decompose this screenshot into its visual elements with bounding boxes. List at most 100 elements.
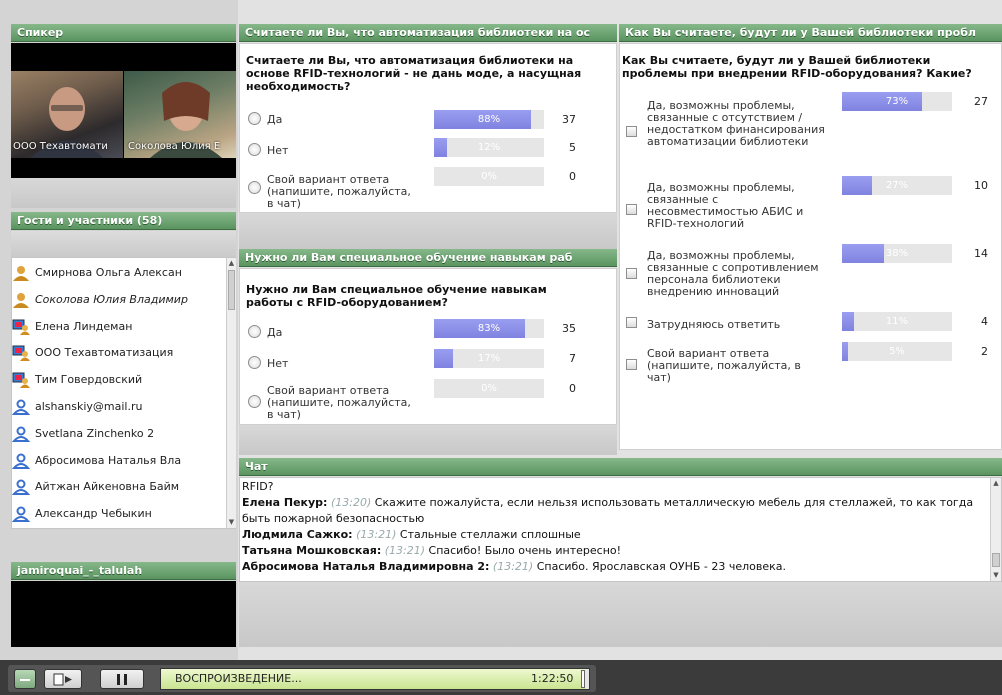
user-icon xyxy=(12,506,31,523)
guest-name: Svetlana Zinchenko 2 xyxy=(35,426,155,440)
speaker1-label: ООО Техавтомати xyxy=(13,141,108,152)
guest-list-item[interactable]: Смирнова Ольга Алексан xyxy=(12,260,212,286)
speaker-video-right: Соколова Юлия Е xyxy=(124,71,236,158)
poll1-option3-count: 0 xyxy=(569,170,576,183)
poll2-option3-radio[interactable] xyxy=(248,395,261,408)
scroll-thumb[interactable] xyxy=(228,270,235,310)
playback-cursor[interactable] xyxy=(581,670,585,688)
speaker-video-left: ООО Техавтомати xyxy=(11,71,123,158)
poll1-option3-radio[interactable] xyxy=(248,181,261,194)
chat-scroll-up-icon[interactable]: ▲ xyxy=(991,478,1001,488)
poll1-option2-bar: 12% xyxy=(434,138,544,157)
poll3-header: Как Вы считаете, будут ли у Вашей библио… xyxy=(619,24,1002,42)
user-icon xyxy=(12,453,31,469)
poll3-option3-label: Да, возможны проблемы, связанные с сопро… xyxy=(647,249,819,298)
poll2-option1-label: Да xyxy=(267,326,283,339)
guest-list-item[interactable]: Соколова Юлия Владимир xyxy=(12,287,212,313)
chat-messages: RFID? Елена Пекур: (13:20) Скажите пожалу… xyxy=(242,479,982,575)
chat-author: Людмила Сажко: xyxy=(242,528,353,541)
poll2-option1-radio[interactable] xyxy=(248,325,261,338)
webcam-user-icon xyxy=(12,319,30,335)
poll3-option4-count: 4 xyxy=(981,315,988,328)
poll3-option5-bar: 5% xyxy=(842,342,952,361)
poll-divider xyxy=(239,213,617,249)
poll1-header: Считаете ли Вы, что автоматизация библио… xyxy=(239,24,617,42)
guest-list-item[interactable]: Абросимова Наталья Вла xyxy=(12,448,212,474)
guest-list-item[interactable]: Svetlana Zinchenko 2 xyxy=(12,421,212,447)
chat-scrollbar[interactable]: ▲ ▼ xyxy=(990,478,1001,581)
guests-list: Смирнова Ольга Алексан Соколова Юлия Влад… xyxy=(11,257,236,529)
poll2-option3-bar: 0% xyxy=(434,379,544,398)
poll1-option2-radio[interactable] xyxy=(248,143,261,156)
poll3-option5-label: Свой вариант ответа (напишите, пожалуйст… xyxy=(647,347,801,384)
scroll-up-icon[interactable]: ▲ xyxy=(227,258,236,268)
guest-name: Александр Чебыкин xyxy=(35,507,152,521)
poll3-option1-label: Да, возможны проблемы, связанные с отсут… xyxy=(647,99,825,148)
poll1-option1-bar: 88% xyxy=(434,110,544,129)
poll3-option3-bar: 38% xyxy=(842,244,952,263)
poll3-option4-check[interactable] xyxy=(626,317,637,328)
chat-input-area xyxy=(239,582,1002,647)
chat-scroll-down-icon[interactable]: ▼ xyxy=(991,570,1001,580)
chat-time: (13:20) xyxy=(330,496,372,509)
guest-name: Елена Линдеман xyxy=(35,319,133,333)
poll1-option2-count: 5 xyxy=(569,141,576,154)
poll3-option4-percent: 11% xyxy=(885,316,909,327)
poll1-question: Считаете ли Вы, что автоматизация библио… xyxy=(246,54,582,93)
user-icon xyxy=(12,479,31,496)
chat-text: Спасибо! Было очень интересно! xyxy=(428,544,622,557)
guest-list-item[interactable]: alshanskiy@mail.ru xyxy=(12,394,212,420)
webcam-user-icon xyxy=(12,372,30,389)
guest-list-item[interactable]: Александр Чебыкин xyxy=(12,501,212,527)
guest-list-item[interactable]: Тим Говердовский xyxy=(12,367,212,393)
guest-list-item[interactable]: ООО Техавтоматизация xyxy=(12,340,212,366)
poll2-header: Нужно ли Вам специальное обучение навыка… xyxy=(239,249,617,267)
poll3-option5-check[interactable] xyxy=(626,359,637,370)
playback-time: 1:22:50 xyxy=(531,672,574,685)
speaker-header: Спикер xyxy=(11,24,236,42)
presenter-icon xyxy=(12,265,30,281)
guest-name: Соколова Юлия Владимир xyxy=(35,292,188,306)
poll2-body: Нужно ли Вам специальное обучение навыка… xyxy=(239,268,617,425)
chat-author: Татьяна Мошковская: xyxy=(242,544,382,557)
guest-list-item[interactable]: Айтжан Айкеновна Байм xyxy=(12,474,212,500)
scroll-down-icon[interactable]: ▼ xyxy=(227,517,236,527)
poll3-option2-check[interactable] xyxy=(626,204,637,215)
export-button[interactable] xyxy=(44,669,82,689)
video2-header: jamiroquai_-_talulah xyxy=(11,562,236,580)
poll1-option1-radio[interactable] xyxy=(248,112,261,125)
chat-text: RFID? xyxy=(242,480,274,493)
poll3-option1-check[interactable] xyxy=(626,126,637,137)
chat-time: (13:21) xyxy=(356,528,397,541)
webcam-user-icon xyxy=(12,345,30,362)
chat-text: Спасибо. Ярославская ОУНБ - 23 человека. xyxy=(536,560,787,573)
guest-name: ООО Техавтоматизация xyxy=(35,346,174,360)
minimize-button[interactable] xyxy=(14,669,36,689)
playback-status: ВОСПРОИЗВЕДЕНИЕ... xyxy=(175,672,302,685)
guest-name: Айтжан Айкеновна Байм xyxy=(35,480,180,494)
chat-text: Стальные стеллажи сплошные xyxy=(399,528,581,541)
chat-message: Абросимова Наталья Владимировна 2: (13:2… xyxy=(242,559,982,575)
poll2-option2-label: Нет xyxy=(267,357,289,370)
poll3-option1-count: 27 xyxy=(974,95,988,108)
chat-scroll-thumb[interactable] xyxy=(992,553,1000,567)
poll3-option2-bar: 27% xyxy=(842,176,952,195)
poll1-option1-count: 37 xyxy=(562,113,576,126)
pause-button[interactable] xyxy=(100,669,144,689)
guests-header: Гости и участники (58) xyxy=(11,212,236,230)
poll3-option3-percent: 38% xyxy=(885,248,909,259)
chat-header: Чат xyxy=(239,458,1002,476)
poll3-option2-label: Да, возможны проблемы, связанные с несов… xyxy=(647,181,804,230)
poll3-option5-count: 2 xyxy=(981,345,988,358)
guest-list-item[interactable]: Елена Линдеман xyxy=(12,314,212,340)
poll2-option3-label: Свой вариант ответа (напишите, пожалуйст… xyxy=(267,384,411,421)
speaker2-label: Соколова Юлия Е xyxy=(128,141,221,152)
playback-progress[interactable]: ВОСПРОИЗВЕДЕНИЕ... 1:22:50 xyxy=(160,668,590,690)
player-bar: ВОСПРОИЗВЕДЕНИЕ... 1:22:50 xyxy=(0,660,1002,695)
guests-toolbar xyxy=(11,231,236,257)
guests-scrollbar[interactable]: ▲ ▼ xyxy=(226,258,236,528)
poll2-option2-radio[interactable] xyxy=(248,356,261,369)
chat-message: Елена Пекур: (13:20) Скажите пожалуйста,… xyxy=(242,495,982,527)
poll3-option3-check[interactable] xyxy=(626,268,637,279)
user-icon xyxy=(12,426,31,442)
